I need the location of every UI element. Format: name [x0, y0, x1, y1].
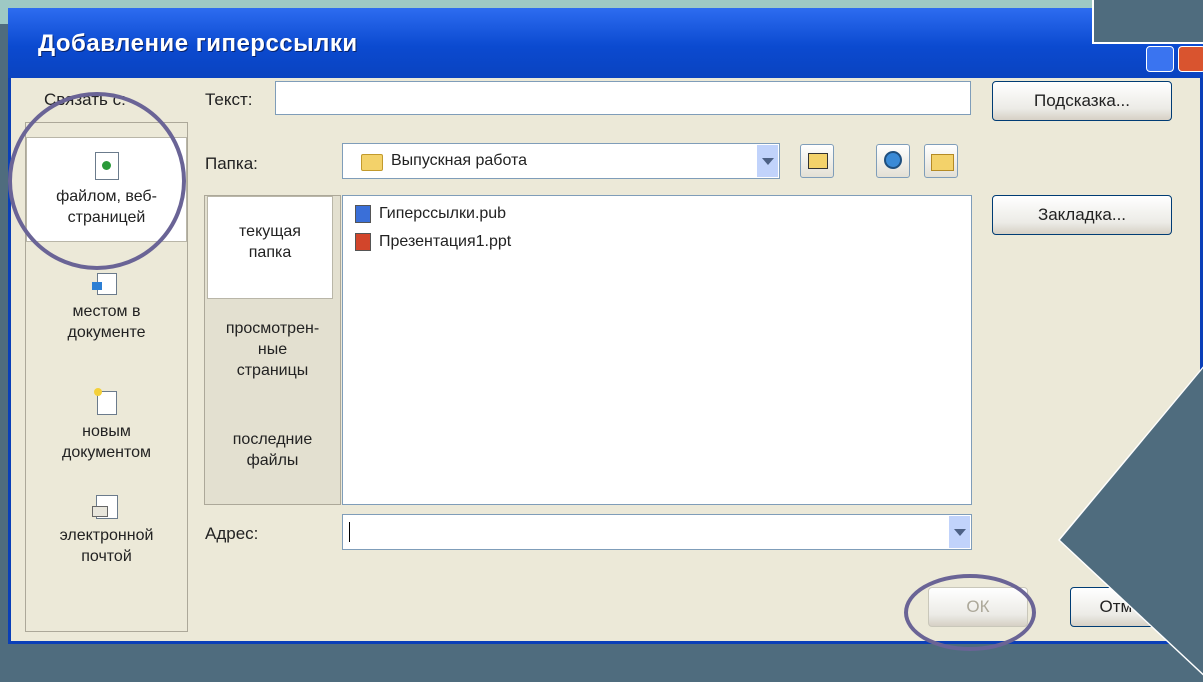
browse-web-button[interactable]	[876, 144, 910, 178]
browse-file-button[interactable]	[924, 144, 958, 178]
publisher-file-icon	[355, 204, 371, 223]
look-in-label: просмотрен- ные страницы	[225, 320, 320, 379]
file-name: Гиперссылки.pub	[379, 205, 507, 222]
link-target-label: электронной почтой	[59, 527, 154, 565]
chevron-down-icon[interactable]	[948, 516, 970, 548]
globe-search-icon	[884, 151, 902, 169]
bookmark-button[interactable]: Закладка...	[992, 195, 1172, 235]
folder-up-icon	[808, 153, 828, 169]
slide-decoration-rect	[1092, 0, 1203, 44]
document-place-icon	[91, 273, 117, 295]
powerpoint-file-icon	[355, 232, 371, 251]
file-list[interactable]: Гиперссылки.pub Презентация1.ppt	[342, 195, 972, 505]
file-name: Презентация1.ppt	[379, 233, 512, 250]
link-target-label: местом в документе	[67, 303, 146, 341]
list-item[interactable]: Гиперссылки.pub	[355, 202, 506, 226]
look-in-browsed-pages[interactable]: просмотрен- ные страницы	[205, 318, 340, 381]
text-field[interactable]	[275, 81, 971, 115]
look-in-label: последние файлы	[232, 431, 313, 469]
link-target-email[interactable]: электронной почтой	[26, 495, 187, 567]
text-cursor	[349, 522, 350, 542]
highlight-circle-link-target	[8, 92, 186, 270]
dialog-titlebar: Добавление гиперссылки	[8, 8, 1203, 78]
tooltip-button[interactable]: Подсказка...	[992, 81, 1172, 121]
look-in-bar: текущая папка просмотрен- ные страницы п…	[204, 195, 341, 505]
look-in-recent-files[interactable]: последние файлы	[205, 429, 340, 471]
link-target-label: новым документом	[61, 423, 151, 461]
look-in-label: текущая папка	[239, 223, 301, 261]
close-button[interactable]	[1178, 46, 1203, 72]
folder-label: Папка:	[205, 154, 258, 173]
open-folder-icon	[931, 154, 954, 171]
up-one-folder-button[interactable]	[800, 144, 834, 178]
slide-decoration-triangle	[1060, 360, 1203, 680]
text-label: Текст:	[205, 90, 253, 109]
dialog-title: Добавление гиперссылки	[38, 30, 358, 57]
folder-icon	[361, 154, 383, 171]
help-button[interactable]	[1146, 46, 1174, 72]
highlight-circle-ok	[904, 574, 1036, 651]
chevron-down-icon[interactable]	[756, 145, 778, 177]
list-item[interactable]: Презентация1.ppt	[355, 230, 511, 254]
folder-dropdown[interactable]: Выпускная работа	[342, 143, 780, 179]
address-field[interactable]	[342, 514, 972, 550]
look-in-current-folder[interactable]: текущая папка	[207, 196, 333, 299]
link-target-new-document[interactable]: новым документом	[26, 388, 187, 463]
link-target-place-in-document[interactable]: местом в документе	[26, 273, 187, 343]
address-label: Адрес:	[205, 524, 259, 543]
folder-value: Выпускная работа	[391, 152, 528, 169]
email-icon	[91, 495, 118, 519]
new-document-icon	[93, 388, 117, 415]
